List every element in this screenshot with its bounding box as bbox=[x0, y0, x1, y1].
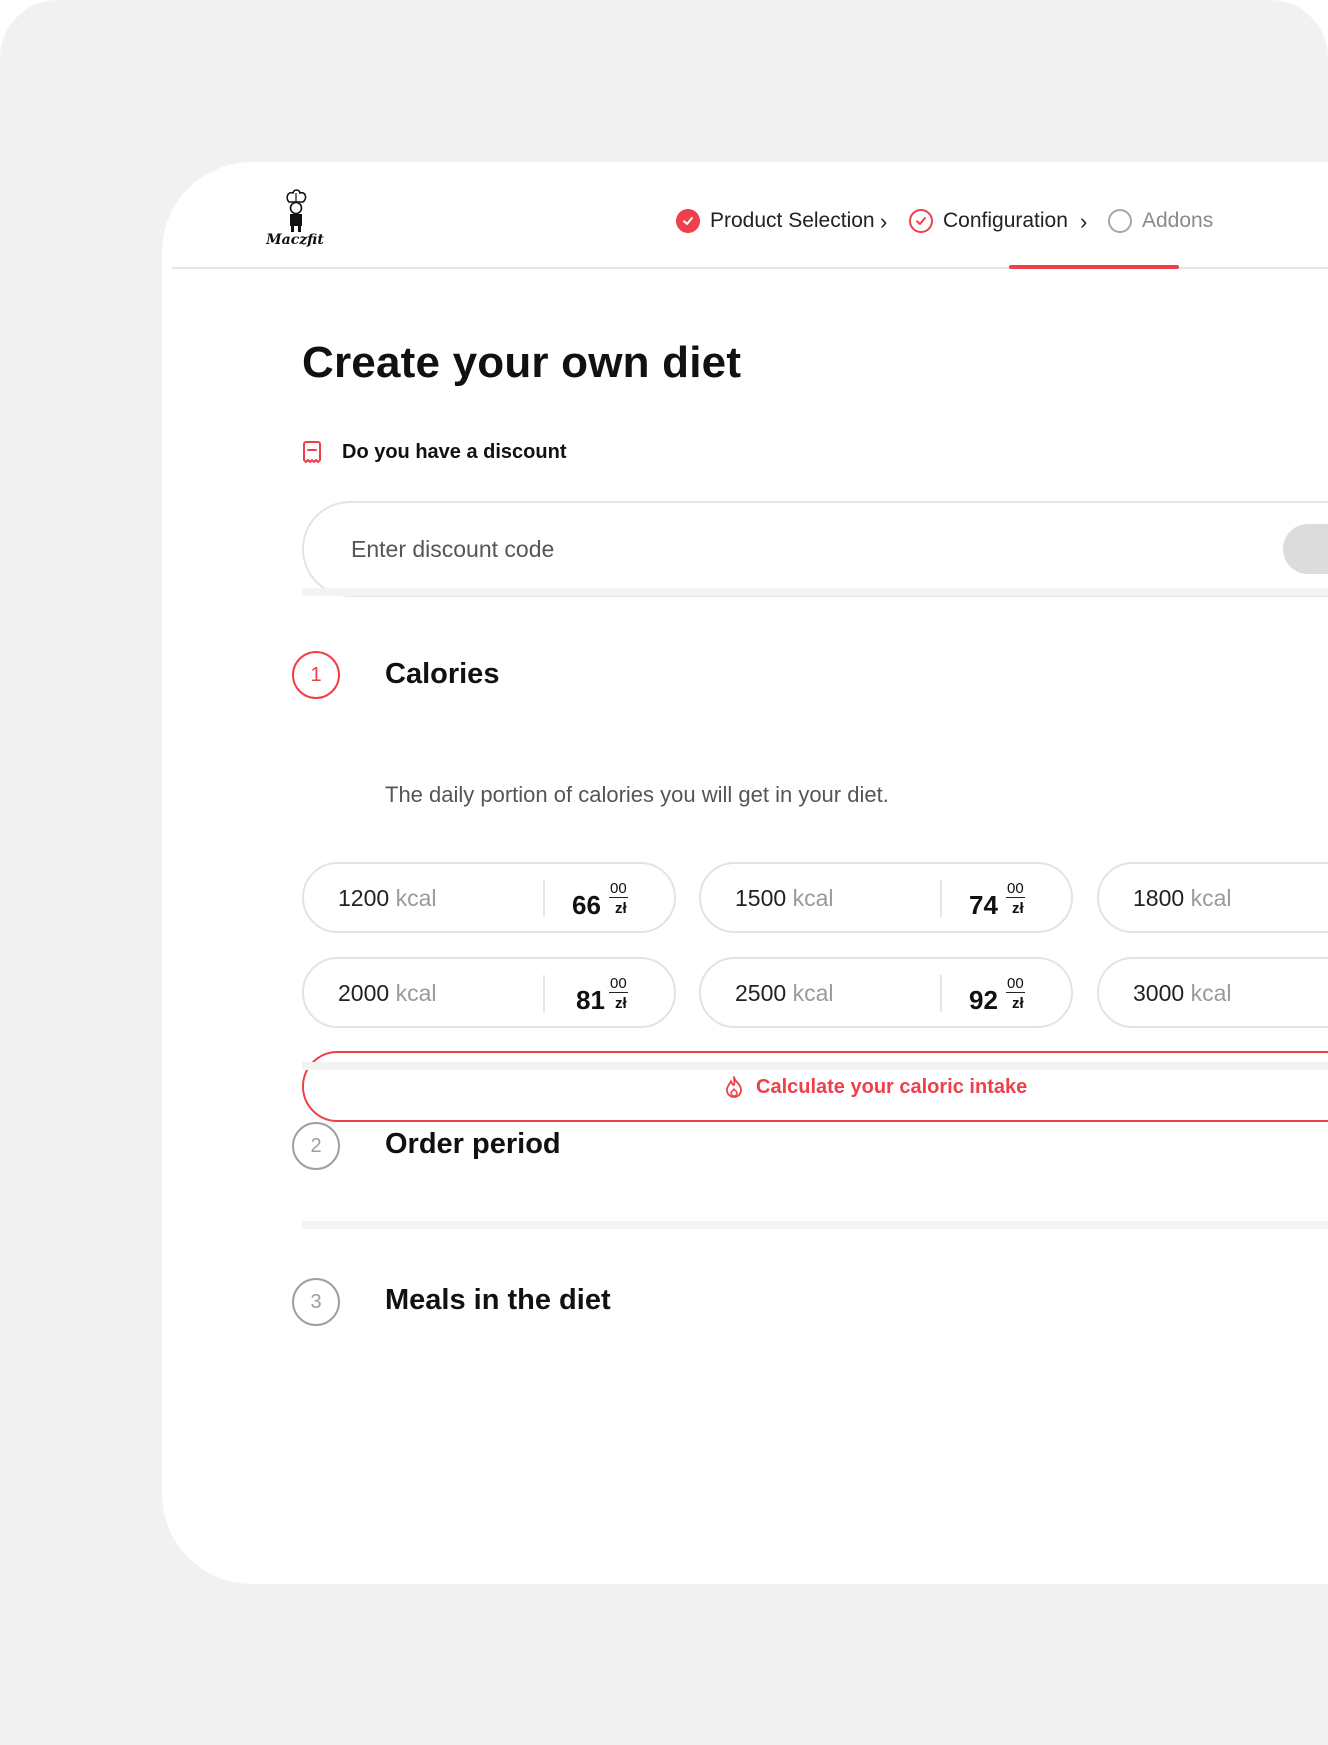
checkout-steps: Product Selection › Configuration › Addo… bbox=[172, 162, 1328, 269]
order-period-section[interactable]: Order period bbox=[385, 1128, 561, 1161]
chevron-right-icon: › bbox=[1080, 209, 1088, 234]
step-number-badge: 1 bbox=[292, 651, 340, 699]
calorie-option-1800[interactable]: 1800 kcal bbox=[1097, 862, 1328, 933]
coupon-icon bbox=[303, 441, 321, 463]
step-number-badge: 2 bbox=[292, 1122, 340, 1170]
step-label: Addons bbox=[1142, 209, 1214, 232]
section-divider bbox=[302, 588, 1328, 596]
page-title: Create your own diet bbox=[302, 338, 742, 387]
apply-discount-button[interactable] bbox=[1283, 524, 1328, 574]
active-step-indicator bbox=[1009, 265, 1179, 269]
calorie-option-2000[interactable]: 2000 kcal 81 00 zł bbox=[302, 957, 676, 1028]
header-bar: Maczfit Product Selection › Configuratio… bbox=[172, 162, 1328, 269]
step-label: Configuration bbox=[943, 209, 1068, 232]
kcal-value: 2000 kcal bbox=[338, 980, 437, 1006]
circle-outline-icon bbox=[1108, 209, 1132, 233]
kcal-value: 2500 kcal bbox=[735, 980, 834, 1006]
step-product-selection[interactable]: Product Selection bbox=[676, 206, 875, 236]
discount-header: Do you have a discount bbox=[302, 440, 566, 464]
price: 92 00 zł bbox=[969, 975, 1025, 1015]
discount-code-input[interactable] bbox=[302, 501, 1328, 597]
step-addons[interactable]: Addons bbox=[1108, 206, 1213, 236]
price: 81 00 zł bbox=[576, 975, 628, 1015]
section-divider bbox=[302, 1221, 1328, 1229]
configurator-card: Maczfit Product Selection › Configuratio… bbox=[162, 162, 1328, 1584]
meals-section[interactable]: Meals in the diet bbox=[385, 1284, 611, 1317]
calorie-option-2500[interactable]: 2500 kcal 92 00 zł bbox=[699, 957, 1073, 1028]
option-divider bbox=[543, 880, 545, 917]
price: 66 00 zł bbox=[572, 880, 628, 920]
calorie-option-1500[interactable]: 1500 kcal 74 00 zł bbox=[699, 862, 1073, 933]
option-divider bbox=[940, 880, 942, 917]
check-outline-icon bbox=[909, 209, 933, 233]
kcal-value: 1800 kcal bbox=[1133, 885, 1232, 911]
calorie-option-3000[interactable]: 3000 kcal bbox=[1097, 957, 1328, 1028]
kcal-value: 1500 kcal bbox=[735, 885, 834, 911]
option-divider bbox=[940, 975, 942, 1012]
option-divider bbox=[543, 975, 545, 1012]
calories-title: Calories bbox=[385, 658, 500, 690]
section-divider bbox=[302, 1062, 1328, 1070]
flame-icon bbox=[726, 1076, 742, 1098]
step-configuration[interactable]: Configuration bbox=[909, 206, 1068, 236]
calories-subtitle: The daily portion of calories you will g… bbox=[385, 782, 889, 807]
step-label: Product Selection bbox=[710, 209, 875, 232]
step-number-badge: 3 bbox=[292, 1278, 340, 1326]
discount-label: Do you have a discount bbox=[342, 440, 567, 463]
kcal-value: 1200 kcal bbox=[338, 885, 437, 911]
chevron-right-icon: › bbox=[880, 209, 888, 234]
calculate-button-content: Calculate your caloric intake bbox=[724, 1075, 1027, 1099]
kcal-value: 3000 kcal bbox=[1133, 980, 1232, 1006]
calorie-option-1200[interactable]: 1200 kcal 66 00 zł bbox=[302, 862, 676, 933]
calculate-button-label: Calculate your caloric intake bbox=[756, 1075, 1028, 1098]
price: 74 00 zł bbox=[969, 880, 1025, 920]
check-filled-icon bbox=[676, 209, 700, 233]
